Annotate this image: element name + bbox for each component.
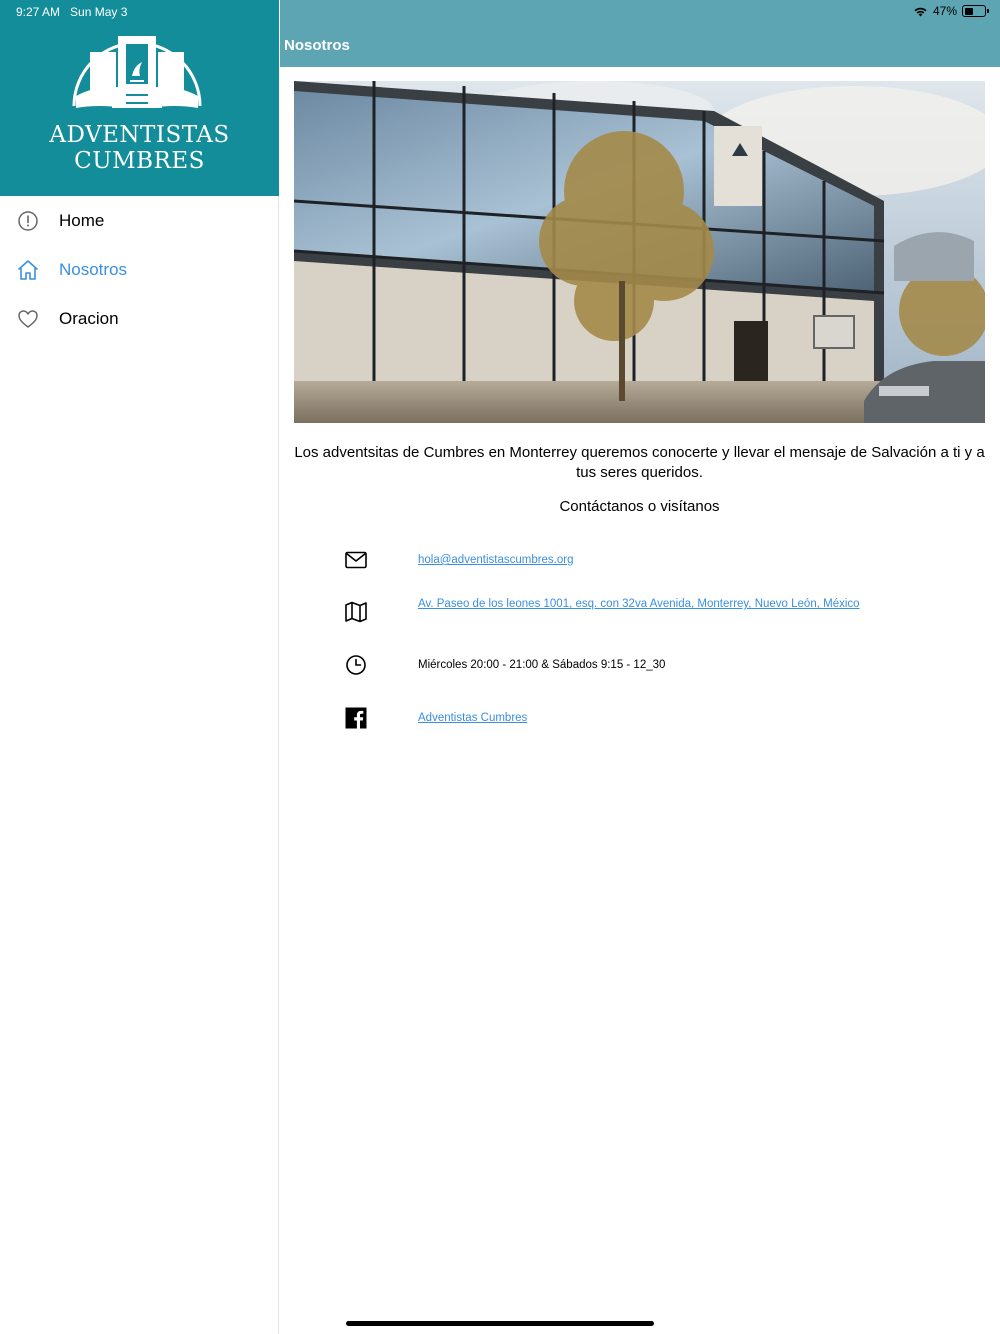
contact-address-row: Av. Paseo de los leones 1001, esq. con 3… (344, 597, 964, 627)
logo-line-2: CUMBRES (74, 148, 205, 174)
battery-icon (962, 5, 989, 17)
sidebar: ADVENTISTAS CUMBRES Home Nosotros Oracio… (0, 0, 279, 1334)
clock-icon (344, 653, 368, 677)
contact-email-row: hola@adventistascumbres.org (344, 545, 964, 575)
church-building-image (294, 81, 985, 423)
status-bar: 9:27 AM Sun May 3 47% (0, 0, 1000, 24)
sidebar-item-nosotros[interactable]: Nosotros (0, 245, 278, 294)
address-link[interactable]: Av. Paseo de los leones 1001, esq. con 3… (418, 598, 860, 610)
logo-line-1: ADVENTISTAS (49, 122, 230, 148)
sidebar-item-home[interactable]: Home (0, 196, 278, 245)
church-logo-icon (72, 36, 202, 108)
status-left: 9:27 AM Sun May 3 (16, 5, 127, 19)
status-date: Sun May 3 (70, 5, 128, 19)
alert-circle-icon (16, 209, 40, 233)
contact-facebook-row: Adventistas Cumbres (344, 703, 964, 733)
battery-fill (964, 7, 974, 15)
hours-text: Miércoles 20:00 - 21:00 & Sábados 9:15 -… (418, 659, 666, 671)
sidebar-item-label: Oracion (59, 308, 119, 328)
home-icon (16, 258, 40, 282)
sidebar-header: ADVENTISTAS CUMBRES (0, 0, 279, 196)
facebook-icon (344, 706, 368, 730)
wifi-icon (914, 7, 927, 16)
sidebar-item-oracion[interactable]: Oracion (0, 294, 278, 343)
page-title: Nosotros (284, 37, 350, 54)
map-icon (344, 600, 368, 624)
facebook-link[interactable]: Adventistas Cumbres (418, 712, 527, 724)
battery-percent: 47% (932, 4, 957, 18)
status-time: 9:27 AM (16, 5, 61, 19)
intro-text: Los adventsitas de Cumbres en Monterrey … (294, 444, 985, 481)
sidebar-item-label: Nosotros (59, 259, 128, 279)
status-right: 47% (913, 4, 989, 18)
logo-text: ADVENTISTAS CUMBRES (0, 122, 279, 174)
main-content: Nosotros Los adventsitas de Cumbres en M… (280, 0, 1000, 1334)
contact-heading: Contáctanos o visítanos (559, 498, 720, 515)
email-link[interactable]: hola@adventistascumbres.org (418, 554, 574, 566)
sidebar-nav: Home Nosotros Oracion (0, 196, 278, 343)
home-indicator (346, 1321, 654, 1326)
sidebar-item-label: Home (59, 210, 105, 230)
heart-icon (16, 307, 40, 331)
mail-icon (344, 548, 368, 572)
contact-hours-row: Miércoles 20:00 - 21:00 & Sábados 9:15 -… (344, 650, 964, 680)
